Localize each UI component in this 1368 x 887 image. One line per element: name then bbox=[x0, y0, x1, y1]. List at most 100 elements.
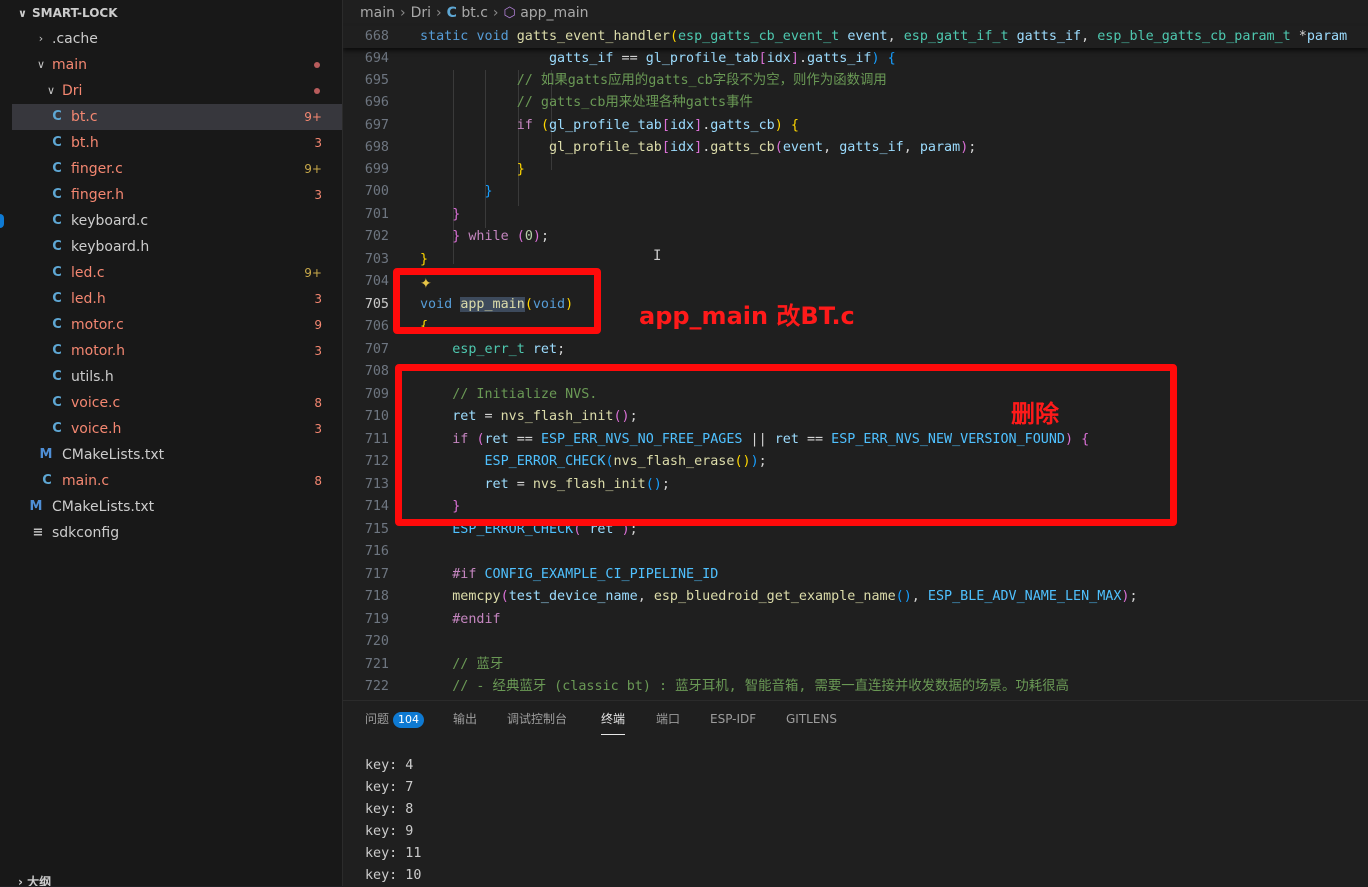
explorer-root-header[interactable]: ∨ SMART-LOCK bbox=[18, 4, 118, 22]
line-number: 717 bbox=[364, 567, 389, 582]
c-file-icon: C bbox=[52, 187, 62, 202]
highlight-box-app-main bbox=[393, 268, 601, 334]
outline-section-header[interactable]: › 大纲 bbox=[18, 872, 51, 886]
tree-file-finger-h[interactable]: C finger.h 3 bbox=[12, 182, 342, 208]
problem-count-badge: 8 bbox=[314, 474, 322, 488]
highlight-box-nvs-init bbox=[395, 364, 1177, 526]
tab-gitlens[interactable]: GITLENS bbox=[786, 709, 837, 729]
problem-count-badge: 9 bbox=[314, 318, 322, 332]
problem-count-badge: 8 bbox=[314, 396, 322, 410]
problem-count-badge: 3 bbox=[314, 344, 322, 358]
tree-file-motor-c[interactable]: C motor.c 9 bbox=[12, 312, 342, 338]
modified-dot-icon bbox=[314, 62, 320, 68]
terminal-line: key: 9 bbox=[365, 824, 414, 839]
line-number: 695 bbox=[364, 73, 389, 88]
tree-item-label: CMakeLists.txt bbox=[62, 447, 165, 463]
function-symbol-icon: ⬡ bbox=[503, 5, 516, 21]
line-number: 694 bbox=[364, 51, 389, 66]
problem-count-badge: 3 bbox=[314, 188, 322, 202]
tree-item-label: .cache bbox=[52, 31, 98, 47]
settings-file-icon: ≡ bbox=[32, 525, 44, 540]
tab-problems[interactable]: 问题 104 bbox=[365, 709, 425, 729]
tab-debug-console[interactable]: 调试控制台 bbox=[507, 709, 567, 729]
c-file-icon: C bbox=[52, 317, 62, 332]
line-number: 704 bbox=[364, 274, 389, 289]
breadcrumb-item[interactable]: bt.c bbox=[461, 5, 488, 21]
modified-dot-icon bbox=[314, 88, 320, 94]
activity-bar bbox=[0, 0, 12, 886]
tree-file-bt-h[interactable]: C bt.h 3 bbox=[12, 130, 342, 156]
line-number: 722 bbox=[364, 679, 389, 694]
tree-item-label: finger.h bbox=[71, 187, 124, 203]
breadcrumb-item[interactable]: main bbox=[360, 5, 395, 21]
line-number: 701 bbox=[364, 207, 389, 222]
line-number: 707 bbox=[364, 342, 389, 357]
tree-file-motor-h[interactable]: C motor.h 3 bbox=[12, 338, 342, 364]
line-number: 702 bbox=[364, 229, 389, 244]
tree-file-led-c[interactable]: C led.c 9+ bbox=[12, 260, 342, 286]
tab-output[interactable]: 输出 bbox=[453, 709, 477, 729]
c-file-icon: C bbox=[52, 265, 62, 280]
tree-folder-cache[interactable]: › .cache bbox=[12, 26, 342, 52]
tree-file-bt-c[interactable]: C bt.c 9+ bbox=[12, 104, 342, 130]
tree-item-label: finger.c bbox=[71, 161, 123, 177]
tree-file-finger-c[interactable]: C finger.c 9+ bbox=[12, 156, 342, 182]
tree-item-label: motor.c bbox=[71, 317, 124, 333]
chevron-down-icon: ∨ bbox=[46, 84, 56, 97]
c-file-icon: C bbox=[52, 239, 62, 254]
c-file-icon: C bbox=[52, 369, 62, 384]
outline-label: 大纲 bbox=[27, 875, 52, 886]
line-number: 699 bbox=[364, 162, 389, 177]
tree-item-label: utils.h bbox=[71, 369, 114, 385]
tree-item-label: CMakeLists.txt bbox=[52, 499, 155, 515]
line-number: 705 bbox=[364, 297, 389, 312]
problem-count-badge: 9+ bbox=[304, 162, 322, 176]
tree-file-main-c[interactable]: C main.c 8 bbox=[12, 468, 342, 494]
tree-item-label: main bbox=[52, 57, 87, 73]
code-editor[interactable]: main › Dri › C bt.c › ⬡ app_main 668 static voi… bbox=[343, 0, 1368, 700]
c-file-icon: C bbox=[52, 135, 62, 150]
c-file-icon: C bbox=[52, 213, 62, 228]
tree-item-label: Dri bbox=[62, 83, 83, 99]
problem-count-badge: 3 bbox=[314, 422, 322, 436]
tree-item-label: keyboard.h bbox=[71, 239, 150, 255]
line-number: 718 bbox=[364, 589, 389, 604]
terminal-line: key: 7 bbox=[365, 780, 414, 795]
tree-file-voice-c[interactable]: C voice.c 8 bbox=[12, 390, 342, 416]
breadcrumb-item[interactable]: Dri bbox=[411, 5, 431, 21]
project-title: SMART-LOCK bbox=[32, 6, 118, 20]
annotation-app-main: app_main 改BT.c bbox=[639, 302, 855, 330]
terminal-line: key: 8 bbox=[365, 802, 414, 817]
tree-file-cmakelists-root[interactable]: M CMakeLists.txt bbox=[12, 494, 342, 520]
terminal-line: key: 11 bbox=[365, 846, 422, 861]
line-number: 706 bbox=[364, 319, 389, 334]
line-number: 710 bbox=[364, 409, 389, 424]
line-number: 703 bbox=[364, 252, 389, 267]
tab-esp-idf[interactable]: ESP-IDF bbox=[710, 709, 756, 729]
tree-file-keyboard-c[interactable]: C keyboard.c bbox=[12, 208, 342, 234]
sticky-scroll-header[interactable]: 668 static void gatts_event_handler(esp_g… bbox=[343, 26, 1368, 48]
tree-folder-main[interactable]: ∨ main bbox=[12, 52, 342, 78]
tree-item-label: sdkconfig bbox=[52, 525, 120, 541]
tree-folder-dri[interactable]: ∨ Dri bbox=[12, 78, 342, 104]
tab-ports[interactable]: 端口 bbox=[656, 709, 680, 729]
terminal-line: key: 10 bbox=[365, 868, 422, 883]
chevron-down-icon: ∨ bbox=[18, 7, 27, 20]
c-file-icon: C bbox=[446, 5, 457, 21]
breadcrumb-item[interactable]: app_main bbox=[520, 5, 588, 21]
tab-terminal[interactable]: 终端 bbox=[601, 709, 626, 735]
tree-file-voice-h[interactable]: C voice.h 3 bbox=[12, 416, 342, 442]
tree-file-sdkconfig[interactable]: ≡ sdkconfig bbox=[12, 520, 342, 546]
explorer-sidebar: ∨ SMART-LOCK › .cache ∨ main ∨ Dri C bt.c… bbox=[12, 0, 343, 886]
line-number: 711 bbox=[364, 432, 389, 447]
tree-file-cmakelists-main[interactable]: M CMakeLists.txt bbox=[12, 442, 342, 468]
line-number: 713 bbox=[364, 477, 389, 492]
chevron-right-icon: › bbox=[436, 5, 442, 21]
tree-file-led-h[interactable]: C led.h 3 bbox=[12, 286, 342, 312]
line-number: 714 bbox=[364, 499, 389, 514]
tree-file-utils-h[interactable]: C utils.h bbox=[12, 364, 342, 390]
c-file-icon: C bbox=[52, 291, 62, 306]
line-number: 715 bbox=[364, 522, 389, 537]
line-number: 697 bbox=[364, 118, 389, 133]
tree-file-keyboard-h[interactable]: C keyboard.h bbox=[12, 234, 342, 260]
